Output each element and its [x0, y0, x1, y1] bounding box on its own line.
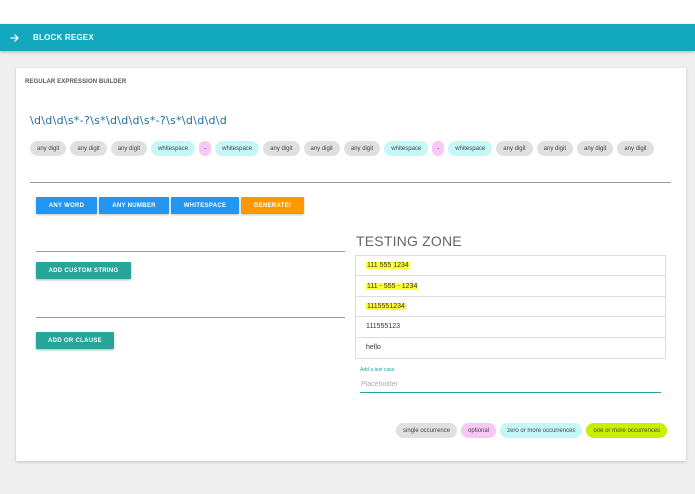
regex-chip[interactable]: - — [432, 141, 445, 156]
test-case-match: 111 - 555 - 1234 — [366, 282, 419, 290]
test-case-text: 111555123 — [366, 323, 400, 331]
legend-chip: zero or more occurrences — [500, 423, 583, 438]
test-case-row: 111 555 1234 — [356, 256, 665, 277]
regex-chip[interactable]: any digit — [577, 141, 614, 156]
regex-output: \d\d\d\s*-?\s*\d\d\d\s*-?\s*\d\d\d\d — [30, 114, 228, 127]
top-strip — [0, 0, 695, 24]
legend-chip: single occurrence — [396, 423, 458, 438]
any-word-button[interactable]: ANY WORD — [36, 197, 97, 214]
app-title: BLOCK REGEX — [33, 33, 94, 42]
divider — [30, 182, 671, 183]
regex-chip[interactable]: - — [199, 141, 212, 156]
generate-button[interactable]: GENERATE! — [241, 197, 304, 214]
legend-chip: optional — [461, 423, 497, 438]
test-case-row: 111 - 555 - 1234 — [356, 276, 665, 297]
test-case-row: 111555123 — [356, 317, 665, 338]
test-case-text: hello — [366, 344, 381, 352]
regex-chip[interactable]: any digit — [263, 141, 300, 156]
or-clause-input-line[interactable] — [36, 317, 345, 318]
block-buttons: ANY WORD ANY NUMBER WHITESPACE GENERATE! — [36, 197, 304, 214]
regex-chip[interactable]: any digit — [617, 141, 654, 156]
regex-chip[interactable]: any digit — [303, 141, 340, 156]
app-bar: BLOCK REGEX — [0, 24, 695, 51]
regex-chip[interactable]: any digit — [536, 141, 573, 156]
add-test-case-label: Add a test case — [360, 367, 395, 373]
card-title: REGULAR EXPRESSION BUILDER — [25, 79, 127, 85]
arrow-right-icon[interactable] — [8, 31, 22, 45]
regex-chip[interactable]: any digit — [496, 141, 533, 156]
test-case-row: hello — [356, 338, 665, 358]
testing-zone-title: TESTING ZONE — [356, 233, 462, 249]
regex-chip[interactable]: any digit — [30, 141, 67, 156]
add-test-case-input[interactable] — [360, 376, 661, 393]
whitespace-button[interactable]: WHITESPACE — [171, 197, 239, 214]
test-case-match: 111 555 1234 — [366, 262, 410, 270]
regex-chip[interactable]: any digit — [70, 141, 107, 156]
test-case-match: 1115551234 — [366, 302, 406, 310]
test-case-list: 111 555 1234 111 - 555 - 1234 1115551234 11… — [355, 255, 666, 359]
regex-chip[interactable]: whitespace — [448, 141, 493, 156]
regex-chip[interactable]: whitespace — [215, 141, 260, 156]
regex-block-chips: any digit any digit any digit whitespace - wh… — [30, 141, 654, 156]
add-custom-string-button[interactable]: ADD CUSTOM STRING — [36, 262, 131, 279]
builder-card: REGULAR EXPRESSION BUILDER \d\d\d\s*-?\s… — [16, 68, 686, 461]
regex-chip[interactable]: whitespace — [151, 141, 196, 156]
add-or-clause-button[interactable]: ADD OR CLAUSE — [36, 332, 114, 349]
regex-chip[interactable]: whitespace — [384, 141, 429, 156]
custom-string-input-line[interactable] — [36, 251, 345, 252]
regex-chip[interactable]: any digit — [110, 141, 148, 156]
legend-chip: one or more occurrences — [586, 423, 668, 438]
legend: single occurrence optional zero or more oc… — [396, 423, 668, 438]
regex-chip[interactable]: any digit — [343, 141, 381, 156]
test-case-row: 1115551234 — [356, 297, 665, 318]
any-number-button[interactable]: ANY NUMBER — [99, 197, 169, 214]
